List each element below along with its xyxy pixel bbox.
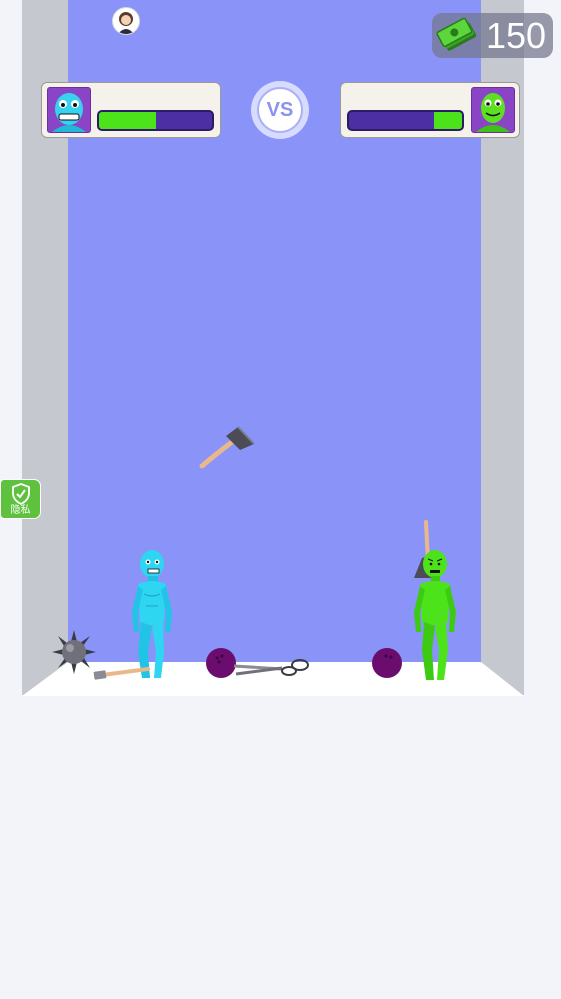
scissors-item[interactable] xyxy=(232,656,310,680)
opponent-fighter xyxy=(414,520,456,680)
flying-axe-weapon[interactable] xyxy=(196,422,258,474)
privacy-button[interactable]: 隐私 xyxy=(0,479,41,519)
currency-counter: 150 xyxy=(432,13,553,58)
game-scene[interactable]: 150 VS 隐私 xyxy=(0,0,561,999)
bowling-ball-item[interactable] xyxy=(371,647,403,679)
player-health-fill xyxy=(99,112,156,129)
spiked-mace-item[interactable] xyxy=(52,630,96,674)
player-health-bar xyxy=(97,110,214,131)
opponent-status-card xyxy=(340,82,520,138)
opponent-portrait xyxy=(471,87,515,133)
cash-stack-icon xyxy=(436,17,477,51)
currency-amount: 150 xyxy=(485,15,547,56)
player-status-card xyxy=(41,82,221,138)
versus-label: VS xyxy=(266,99,294,121)
user-avatar[interactable] xyxy=(112,7,140,35)
hammer-item[interactable] xyxy=(92,662,152,682)
versus-badge: VS xyxy=(251,81,309,139)
shield-check-icon xyxy=(12,483,30,505)
privacy-label: 隐私 xyxy=(10,505,31,516)
opponent-health-bar xyxy=(347,110,464,131)
player-portrait xyxy=(47,87,91,133)
opponent-health-fill xyxy=(433,112,462,129)
